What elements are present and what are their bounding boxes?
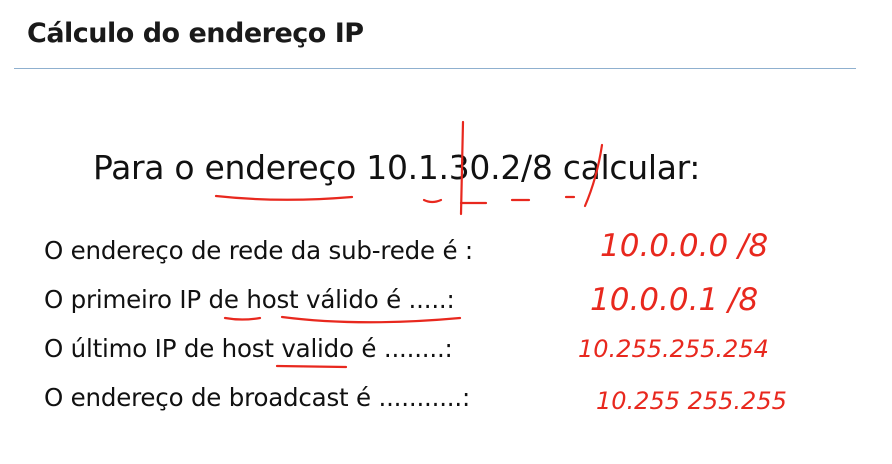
underline-host-valido [280, 315, 462, 324]
handwritten-annotations [214, 120, 604, 369]
underline-octet-10 [422, 198, 443, 204]
underline-ip [223, 316, 262, 321]
slash-mark [583, 143, 604, 208]
vertical-divider-mark [459, 120, 465, 216]
underline-host [275, 364, 348, 369]
underline-endereco [214, 194, 354, 201]
